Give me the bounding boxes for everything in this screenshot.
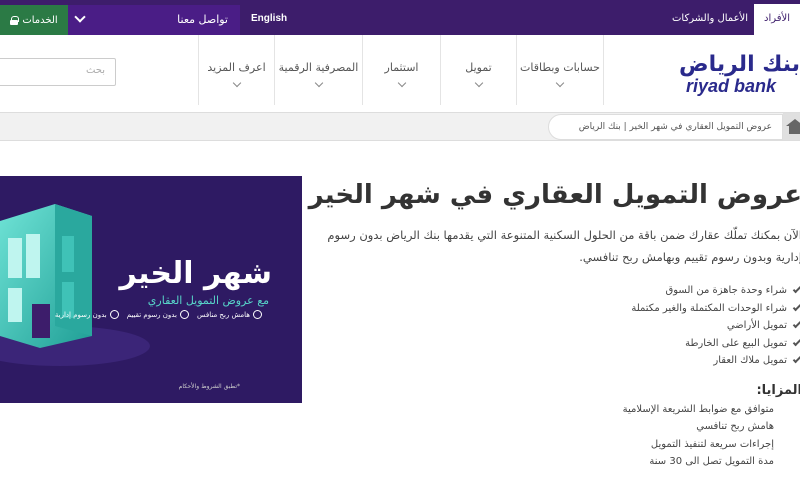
check-icon: [792, 285, 800, 294]
features-heading: المزايا:: [756, 382, 800, 398]
banner-badges: بدون رسوم إدارية بدون رسوم تقييم هامش رب…: [55, 310, 262, 319]
features-list: متوافق مع ضوابط الشريعة الإسلامية هامش ر…: [322, 404, 800, 474]
top-bar: الخدمات تواصل معنا English الأعمال والشر…: [0, 0, 800, 35]
contact-link[interactable]: تواصل معنا: [177, 13, 228, 26]
percent-icon: [109, 310, 119, 319]
promo-banner[interactable]: شهر الخير مع عروض التمويل العقاري بدون ر…: [0, 176, 302, 403]
logo-arabic: بنك الرياض: [679, 52, 800, 77]
nav-label: اعرف المزيد: [207, 61, 266, 74]
search-input[interactable]: بحث: [0, 58, 116, 86]
nav-label: استثمار: [384, 61, 419, 74]
chevron-down-icon: [74, 11, 86, 23]
logo-english: riyad bank: [686, 76, 777, 96]
chevron-down-icon: [397, 78, 406, 88]
list-item: متوافق مع ضوابط الشريعة الإسلامية: [622, 403, 774, 415]
contact-dropdown[interactable]: تواصل معنا: [68, 5, 240, 35]
services-label: الخدمات: [22, 14, 58, 26]
services-button[interactable]: الخدمات: [0, 5, 68, 35]
list-item: تمويل ملاك العقار: [322, 352, 800, 370]
banner-terms: *تطبق الشروط والأحكام: [178, 383, 240, 390]
list-item: هامش ربح تنافسي: [696, 421, 774, 432]
business-link[interactable]: الأعمال والشركات: [672, 13, 748, 24]
list-item: تمويل البيع على الخارطة: [322, 335, 800, 353]
nav-item-financing[interactable]: تمويل: [440, 35, 516, 105]
breadcrumb-bar: عروض التمويل العقاري في شهر الخير | بنك …: [0, 113, 800, 141]
nav-label: تمويل: [465, 61, 492, 74]
list-item: إجراءات سريعة لتنفيذ التمويل: [650, 438, 774, 450]
nav-item-accounts-cards[interactable]: حسابات وبطاقات: [516, 35, 604, 105]
list-item: تمويل الأراضي: [322, 317, 800, 335]
nav-item-learn-more[interactable]: اعرف المزيد: [198, 35, 274, 105]
check-icon: [792, 337, 800, 346]
badge-no-admin-fees: بدون رسوم إدارية: [55, 310, 119, 319]
riyad-bank-logo[interactable]: بنك الرياض riyad bank: [679, 52, 800, 98]
offer-checklist: شراء وحدة جاهزة من السوق شراء الوحدات ال…: [322, 282, 800, 370]
chevron-down-icon: [232, 78, 241, 88]
list-item: مدة التمويل تصل الى 30 سنة: [649, 456, 774, 467]
chevron-down-icon: [314, 78, 323, 88]
chevron-down-icon: [555, 78, 565, 88]
nav-label: المصرفية الرقمية: [278, 61, 359, 74]
hand-coin-icon: [253, 310, 262, 319]
article-content: عروض التمويل العقاري في شهر الخير الآن ب…: [308, 176, 800, 474]
nav-label: حسابات وبطاقات: [520, 61, 600, 74]
badge-no-valuation-fees: بدون رسوم تقييم: [127, 310, 189, 319]
chevron-down-icon: [474, 78, 483, 88]
check-icon: [792, 320, 800, 329]
check-icon: [792, 355, 800, 364]
nav-item-digital-banking[interactable]: المصرفية الرقمية: [274, 35, 362, 105]
badge-competitive-margin: هامش ربح منافس: [197, 310, 262, 319]
list-item: شراء وحدة جاهزة من السوق: [322, 282, 800, 300]
check-icon: [792, 302, 800, 311]
page-title: عروض التمويل العقاري في شهر الخير: [308, 180, 800, 210]
intro-paragraph: الآن بمكنك تملّك عقارك ضمن باقة من الحلو…: [327, 228, 800, 264]
home-icon[interactable]: [783, 113, 800, 140]
individuals-tab[interactable]: الأفراد: [754, 4, 800, 35]
main-header: بحث اعرف المزيد المصرفية الرقمية استثمار…: [0, 35, 800, 113]
nav-item-investment[interactable]: استثمار: [362, 35, 440, 105]
lock-icon: [10, 15, 20, 25]
breadcrumb[interactable]: عروض التمويل العقاري في شهر الخير | بنك …: [548, 114, 783, 140]
document-icon: [179, 310, 189, 319]
banner-title: شهر الخير: [119, 256, 273, 291]
banner-subtitle: مع عروض التمويل العقاري: [147, 294, 269, 307]
language-switch[interactable]: English: [251, 13, 287, 24]
list-item: شراء الوحدات المكتملة والغير مكتملة: [322, 300, 800, 318]
